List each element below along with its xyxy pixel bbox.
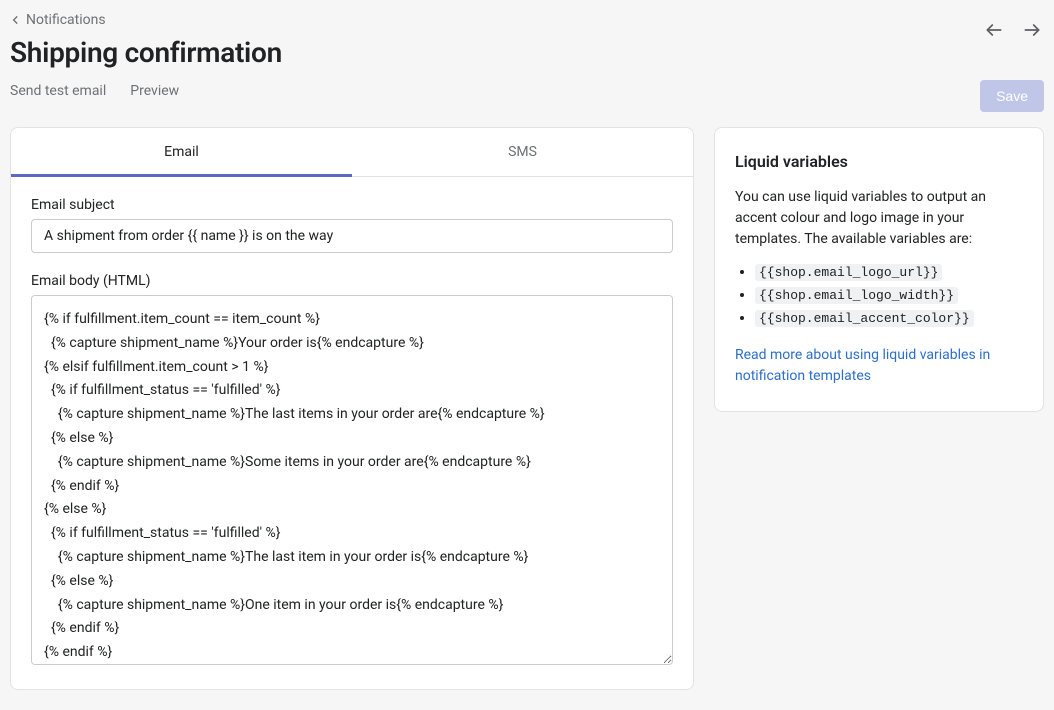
template-editor-card: Email SMS Email subject Email body (HTML… [10,127,694,690]
email-subject-input[interactable] [31,219,673,253]
liquid-variables-description: You can use liquid variables to output a… [735,187,1023,250]
list-item: {{shop.email_logo_url}} [755,264,1023,281]
list-item: {{shop.email_accent_color}} [755,310,1023,327]
liquid-variables-title: Liquid variables [735,152,1023,171]
liquid-var-code: {{shop.email_logo_width}} [755,287,958,304]
liquid-var-code: {{shop.email_accent_color}} [755,310,974,327]
arrow-left-icon [984,20,1004,40]
breadcrumb-label: Notifications [26,12,106,28]
email-body-label: Email body (HTML) [31,273,673,289]
email-body-textarea[interactable] [31,295,673,665]
email-subject-label: Email subject [31,197,673,213]
page-title: Shipping confirmation [10,36,980,69]
tab-sms[interactable]: SMS [352,128,693,176]
liquid-docs-link[interactable]: Read more about using liquid variables i… [735,347,990,384]
tab-email[interactable]: Email [11,128,352,176]
preview-link[interactable]: Preview [130,83,179,99]
save-button[interactable]: Save [980,80,1044,112]
send-test-email-link[interactable]: Send test email [10,83,106,99]
breadcrumb[interactable]: Notifications [10,12,980,28]
liquid-variables-card: Liquid variables You can use liquid vari… [714,127,1044,412]
next-arrow[interactable] [1020,18,1044,42]
list-item: {{shop.email_logo_width}} [755,287,1023,304]
arrow-right-icon [1022,20,1042,40]
chevron-left-icon [10,14,22,26]
liquid-var-code: {{shop.email_logo_url}} [755,264,942,281]
previous-arrow[interactable] [982,18,1006,42]
